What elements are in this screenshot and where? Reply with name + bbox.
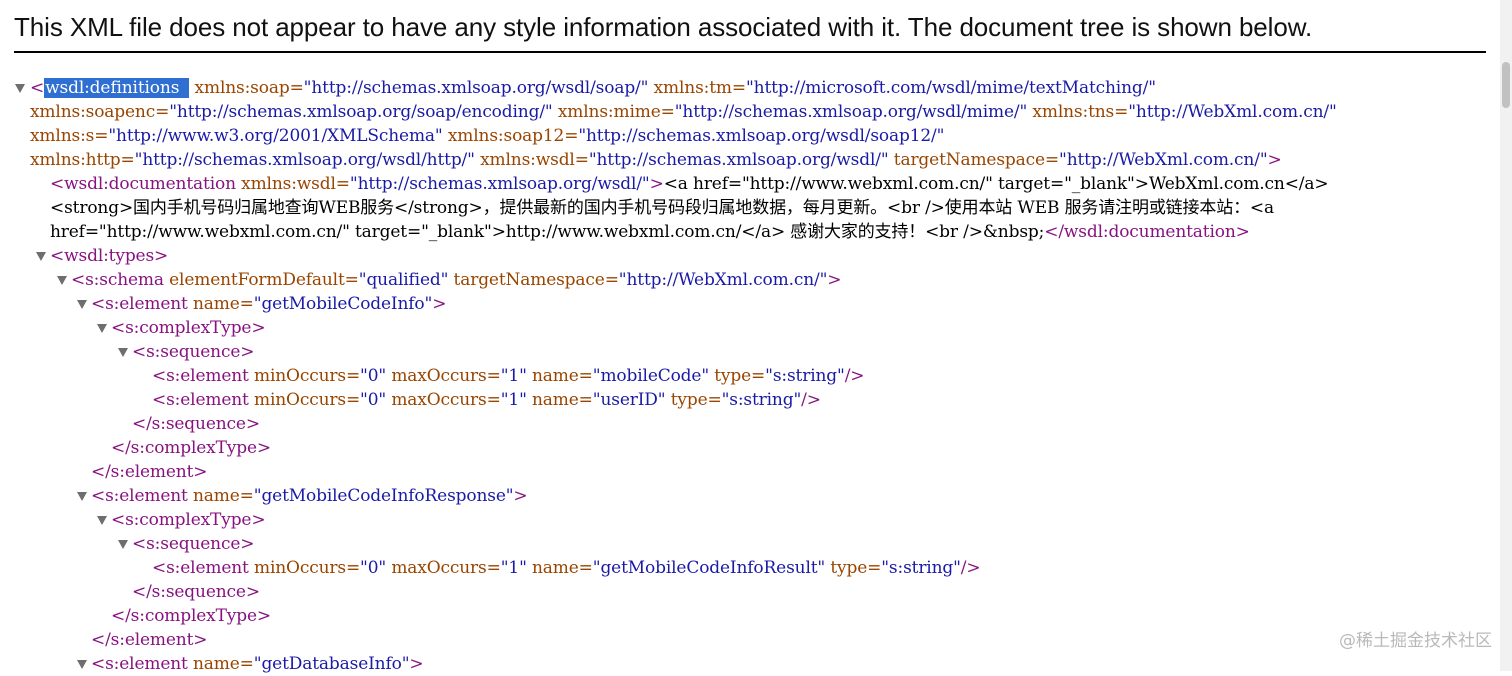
collapse-triangle-icon[interactable] [36,252,46,261]
root-line-3: xmlns:s="http://www.w3.org/2001/XMLSchem… [30,126,945,146]
root-line-2: xmlns:soapenc="http://schemas.xmlsoap.or… [30,102,1337,122]
types-line: <wsdl:types> [50,246,169,266]
element-getMobileCodeInfoResponse: <s:element name="getMobileCodeInfoRespon… [91,486,528,506]
sequence-open: <s:sequence> [132,534,255,554]
sequence-close: </s:sequence> [132,582,260,602]
field-mobileCode: <s:element minOccurs="0" maxOccurs="1" n… [152,366,865,386]
sequence-close: </s:sequence> [132,414,260,434]
watermark-text: @稀土掘金技术社区 [1339,631,1492,651]
documentation-line-3: href="http://www.webxml.com.cn/" target=… [50,222,1250,242]
collapse-triangle-icon[interactable] [97,516,107,525]
collapse-triangle-icon[interactable] [57,276,67,285]
root-tag-name-selected[interactable]: wsdl:definitions [44,78,190,98]
documentation-line-2: <strong>国内手机号码归属地查询WEB服务</strong>，提供最新的国… [50,198,1275,218]
scrollbar-thumb[interactable] [1502,62,1510,108]
element-close: </s:element> [91,630,208,650]
documentation-line-1: <wsdl:documentation xmlns:wsdl="http://s… [50,174,1329,194]
complex-type-close: </s:complexType> [111,606,271,626]
element-getDatabaseInfo: <s:element name="getDatabaseInfo"> [91,654,424,674]
xml-info-header: This XML file does not appear to have an… [14,0,1486,53]
collapse-triangle-icon[interactable] [77,492,87,501]
field-userID: <s:element minOccurs="0" maxOccurs="1" n… [152,390,821,410]
collapse-triangle-icon[interactable] [15,84,25,93]
collapse-triangle-icon[interactable] [77,660,87,669]
complex-type-open: <s:complexType> [111,318,266,338]
complex-type-close: </s:complexType> [111,438,271,458]
sequence-open: <s:sequence> [132,342,255,362]
schema-line: <s:schema elementFormDefault="qualified"… [71,270,842,290]
no-style-info-message: This XML file does not appear to have an… [14,12,1313,42]
root-line-4: xmlns:http="http://schemas.xmlsoap.org/w… [30,150,1282,170]
element-getMobileCodeInfo: <s:element name="getMobileCodeInfo"> [91,294,447,314]
vertical-scrollbar[interactable] [1500,0,1512,671]
root-line-1: <wsdl:definitions xmlns:soap="http://sch… [30,78,1156,98]
collapse-triangle-icon[interactable] [118,348,128,357]
collapse-triangle-icon[interactable] [77,300,87,309]
complex-type-open: <s:complexType> [111,510,266,530]
element-close: </s:element> [91,462,208,482]
collapse-triangle-icon[interactable] [118,540,128,549]
collapse-triangle-icon[interactable] [97,324,107,333]
field-getMobileCodeInfoResult: <s:element minOccurs="0" maxOccurs="1" n… [152,558,981,578]
